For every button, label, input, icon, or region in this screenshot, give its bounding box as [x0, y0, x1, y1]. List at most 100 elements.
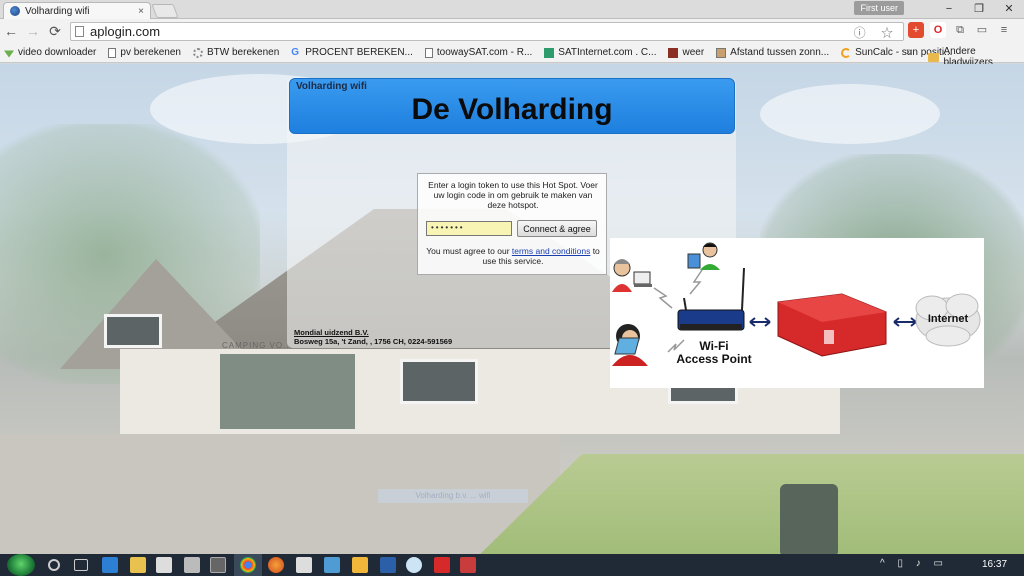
sun-icon	[841, 47, 852, 58]
edge-icon[interactable]	[102, 557, 118, 573]
bookmarks-bar: video downloader pv berekenen BTW bereke…	[0, 43, 1024, 68]
terms-link[interactable]: terms and conditions	[512, 246, 590, 256]
reload-button[interactable]: ⟳	[44, 23, 66, 40]
bookmark-item[interactable]: weer	[668, 47, 704, 58]
app-icon[interactable]	[406, 557, 422, 573]
bookmark-item[interactable]: toowaySAT.com - R...	[424, 47, 533, 58]
wifi-router-icon	[677, 267, 745, 331]
file-explorer-icon[interactable]	[130, 557, 146, 573]
background-cloud	[760, 84, 940, 144]
internet-label: Internet	[927, 313, 969, 325]
app-icon[interactable]	[184, 557, 200, 573]
company-info: Mondial uidzend B.V. Bosweg 15a, 't Zand…	[294, 328, 452, 346]
task-view-icon[interactable]	[74, 559, 88, 571]
bookmark-item[interactable]: BTW berekenen	[193, 47, 279, 58]
app-icon[interactable]	[324, 557, 340, 573]
network-diagram-image: Wi-Fi Access Point Internet	[610, 238, 984, 388]
login-box: Enter a login token to use this Hot Spot…	[417, 173, 607, 275]
calculator-icon[interactable]	[296, 557, 312, 573]
forward-button[interactable]: →	[22, 23, 44, 39]
url-text[interactable]: aplogin.com	[90, 24, 160, 39]
folder-icon	[928, 52, 940, 62]
search-icon[interactable]	[48, 559, 60, 571]
page-viewport: CAMPING VO... Volharding b.v. ... wifi V…	[0, 64, 1024, 554]
bookmark-item[interactable]: video downloader	[4, 47, 96, 58]
restore-button[interactable]: ❐	[964, 0, 994, 18]
bookmark-star-icon[interactable]: ⓘ ☆	[854, 24, 899, 41]
house-sign: CAMPING VO...	[222, 341, 293, 350]
sat-icon	[544, 47, 555, 58]
faded-footer-text: Volharding b.v. ... wifi	[378, 489, 528, 503]
media-icon[interactable]	[352, 557, 368, 573]
system-tray[interactable]: ^ ▯ ♪ ▭	[880, 558, 948, 569]
new-tab-button[interactable]	[151, 4, 179, 18]
portal-header: Volharding wifi De Volharding	[289, 78, 735, 134]
terminal-icon[interactable]	[210, 557, 226, 573]
page-icon	[108, 47, 117, 58]
gear-icon	[193, 47, 203, 58]
user-tablet-icon	[687, 242, 720, 270]
bookmark-label: SATInternet.com . C...	[558, 47, 657, 58]
page-info-icon[interactable]	[75, 26, 84, 37]
bookmark-label: PROCENT BEREKEN...	[305, 47, 413, 58]
browser-tab[interactable]: Volharding wifi ×	[3, 2, 151, 19]
company-address: Bosweg 15a, 't Zand, , 1756 CH, 0224-591…	[294, 337, 453, 346]
cast-icon[interactable]: ▭	[974, 22, 990, 38]
waste-bin	[780, 484, 838, 554]
taskbar-clock[interactable]: 16:37	[982, 559, 1007, 570]
user-laptop-icon	[612, 259, 652, 292]
page-icon	[424, 47, 433, 58]
map-icon	[716, 47, 727, 58]
minimize-button[interactable]: −	[934, 0, 964, 18]
login-instructions: Enter a login token to use this Hot Spot…	[428, 180, 598, 210]
bookmark-label: weer	[682, 47, 705, 58]
store-icon[interactable]	[156, 557, 172, 573]
user-woman-icon	[612, 324, 648, 366]
agree-notice: You must agree to our terms and conditio…	[422, 246, 604, 266]
close-window-button[interactable]: ✕	[994, 0, 1024, 18]
extension-puzzle-icon[interactable]: ⧉	[952, 22, 968, 38]
portal-title: De Volharding	[411, 93, 613, 126]
bookmarks-overflow-button[interactable]: »	[906, 46, 912, 58]
tab-title: Volharding wifi	[25, 5, 90, 17]
chrome-icon[interactable]	[240, 557, 256, 573]
bookmark-label: toowaySAT.com - R...	[436, 47, 533, 58]
windows-taskbar: ^ ▯ ♪ ▭ 16:37	[0, 554, 1024, 576]
portal-small-title: Volharding wifi	[296, 81, 367, 92]
bookmark-item[interactable]: SATInternet.com . C...	[544, 47, 656, 58]
start-button[interactable]	[7, 554, 35, 576]
back-button[interactable]: ←	[0, 23, 22, 39]
bookmark-item[interactable]: pv berekenen	[108, 47, 181, 58]
extension-plus-icon[interactable]: +	[908, 22, 924, 38]
address-bar[interactable]: aplogin.com ⓘ ☆	[70, 22, 904, 41]
bookmark-item[interactable]: G PROCENT BEREKEN...	[291, 47, 413, 58]
weather-icon	[668, 47, 679, 58]
connect-agree-button[interactable]: Connect & agree	[517, 220, 597, 237]
house-window	[400, 359, 478, 404]
bookmark-label: Afstand tussen zonn...	[730, 47, 830, 58]
extension-icons: + O ⧉ ▭ ≡	[908, 22, 1012, 38]
profile-button[interactable]: First user	[854, 1, 904, 15]
tab-bar: Volharding wifi × First user − ❐ ✕	[0, 0, 1024, 19]
app-icon[interactable]	[434, 557, 450, 573]
browser-toolbar: ← → ⟳ aplogin.com ⓘ ☆	[0, 19, 1024, 43]
garage-door	[220, 354, 355, 429]
app-icon[interactable]	[460, 557, 476, 573]
house-window	[104, 314, 162, 348]
bookmark-item[interactable]: Afstand tussen zonn...	[716, 47, 829, 58]
bookmark-label: pv berekenen	[120, 47, 181, 58]
login-token-input[interactable]	[426, 221, 512, 236]
bookmark-label: video downloader	[18, 47, 97, 58]
favicon-icon	[10, 6, 20, 16]
opera-icon[interactable]: O	[930, 22, 946, 38]
menu-icon[interactable]: ≡	[996, 22, 1012, 38]
gateway-device-icon	[777, 293, 887, 357]
firefox-icon[interactable]	[268, 557, 284, 573]
bookmark-label: BTW berekenen	[207, 47, 280, 58]
agree-prefix: You must agree to our	[426, 246, 512, 256]
google-icon: G	[291, 46, 300, 58]
word-icon[interactable]	[380, 557, 396, 573]
tab-close-icon[interactable]: ×	[138, 6, 144, 17]
company-name[interactable]: Mondial uidzend B.V.	[294, 328, 452, 337]
download-icon	[4, 50, 14, 58]
